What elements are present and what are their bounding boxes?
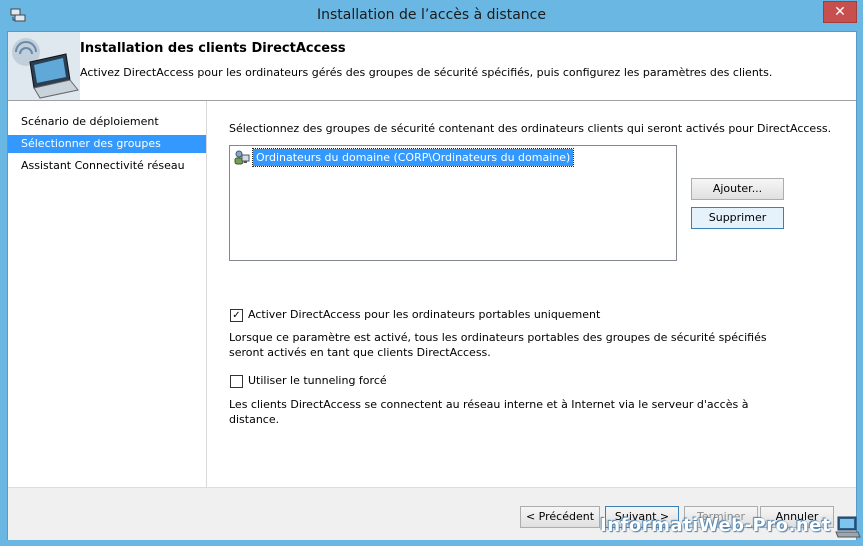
laptops-only-label[interactable]: Activer DirectAccess pour les ordinateur… bbox=[248, 308, 600, 321]
wizard-window: Installation de l’accès à distance ✕ Ins… bbox=[0, 0, 863, 546]
forced-tunneling-label[interactable]: Utiliser le tunneling forcé bbox=[248, 374, 387, 387]
laptops-only-description: Lorsque ce paramètre est activé, tous le… bbox=[229, 331, 767, 359]
nav-item-label: Assistant Connectivité réseau bbox=[21, 159, 185, 172]
wizard-header: Installation des clients DirectAccess Ac… bbox=[8, 32, 856, 101]
watermark-logo-icon bbox=[835, 514, 861, 540]
wizard-body: Installation des clients DirectAccess Ac… bbox=[7, 31, 857, 540]
security-groups-list[interactable]: Ordinateurs du domaine (CORP\Ordinateurs… bbox=[229, 145, 677, 261]
remove-button[interactable]: Supprimer bbox=[691, 207, 784, 229]
title-bar: Installation de l’accès à distance ✕ bbox=[0, 0, 863, 31]
add-button[interactable]: Ajouter... bbox=[691, 178, 784, 200]
group-name: Ordinateurs du domaine (CORP\Ordinateurs… bbox=[251, 148, 575, 167]
nav-item-network-connectivity[interactable]: Assistant Connectivité réseau bbox=[8, 157, 206, 175]
nav-item-deployment-scenario[interactable]: Scénario de déploiement bbox=[8, 113, 206, 131]
watermark-text: InformatiWeb-Pro.net bbox=[600, 515, 831, 536]
laptops-only-checkbox[interactable]: ✓ bbox=[230, 309, 243, 322]
wizard-nav: Scénario de déploiement Sélectionner des… bbox=[8, 101, 207, 487]
forced-tunneling-checkbox[interactable] bbox=[230, 375, 243, 388]
nav-item-label: Sélectionner des groupes bbox=[21, 137, 161, 150]
page-title: Installation des clients DirectAccess bbox=[80, 41, 346, 56]
close-button[interactable]: ✕ bbox=[823, 1, 857, 23]
laptop-network-icon bbox=[8, 32, 80, 100]
wizard-content: Sélectionnez des groupes de sécurité con… bbox=[207, 101, 856, 487]
instruction-text: Sélectionnez des groupes de sécurité con… bbox=[229, 122, 832, 135]
nav-item-select-groups[interactable]: Sélectionner des groupes bbox=[8, 135, 206, 153]
page-subtitle: Activez DirectAccess pour les ordinateur… bbox=[80, 66, 773, 79]
nav-item-label: Scénario de déploiement bbox=[21, 115, 159, 128]
previous-button[interactable]: < Précédent bbox=[520, 506, 600, 528]
forced-tunneling-description: Les clients DirectAccess se connectent a… bbox=[229, 398, 749, 426]
group-icon bbox=[234, 150, 250, 165]
window-title: Installation de l’accès à distance bbox=[317, 7, 546, 23]
